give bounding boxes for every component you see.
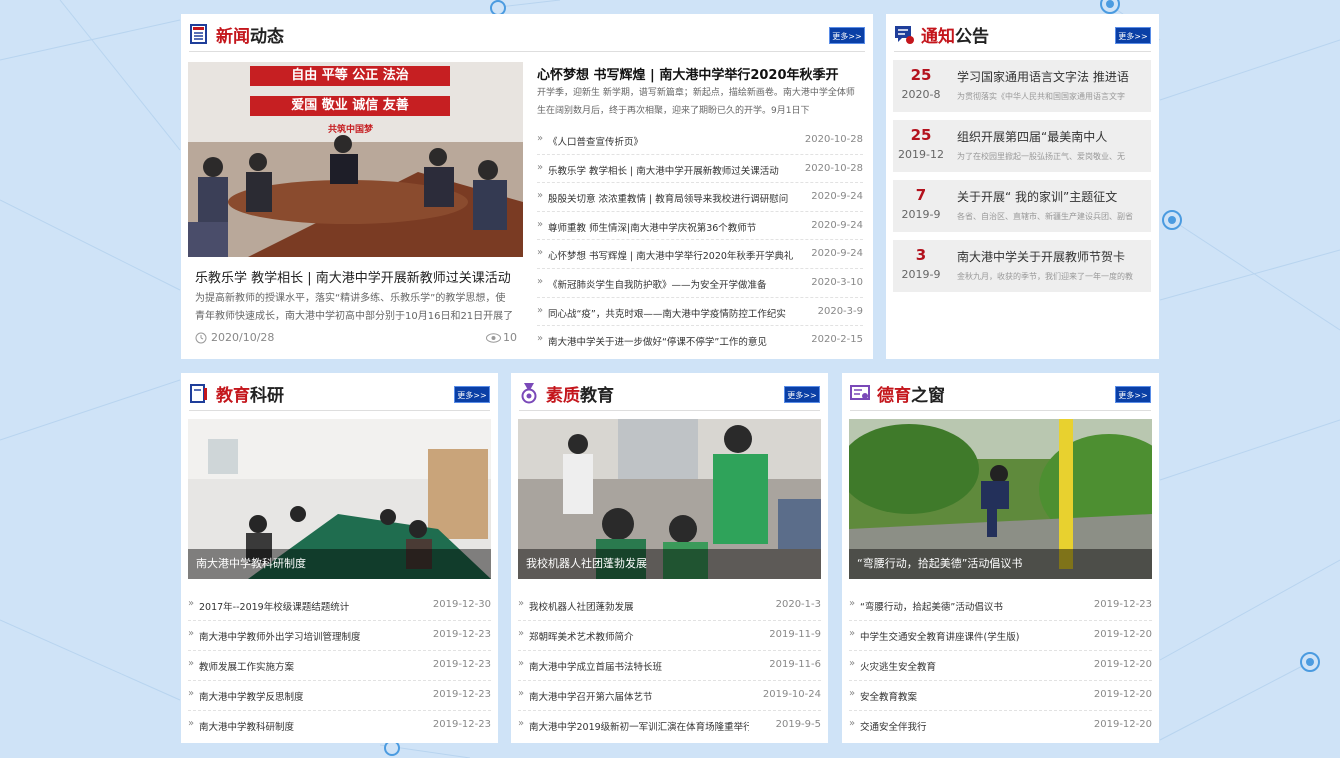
slogan-text-2: 爱国 敬业 诚信 友善	[291, 98, 409, 113]
research-image-caption: 南大港中学教科研制度	[188, 549, 491, 579]
list-item[interactable]: » 安全教育教案 2019-12-20	[849, 681, 1152, 711]
list-item[interactable]: » 尊师重教 师生情深|南大港中学庆祝第36个教师节 2020-9-24	[537, 212, 863, 241]
list-item[interactable]: » 南大港中学教师外出学习培训管理制度 2019-12-23	[188, 621, 491, 651]
notice-panel: 通知公告 更多>> 25 2020-8 学习国家通用语言文字法 推进语 为贯彻落…	[886, 14, 1159, 359]
quality-more-button[interactable]: 更多>>	[784, 386, 820, 403]
bullet-icon: »	[849, 688, 856, 699]
moral-panel: 德育之窗 更多>> “弯腰行动，拾起美德”活动倡议书 » “弯腰行动，拾起美德”活…	[842, 373, 1159, 743]
news-panel-title: 新闻动态	[216, 27, 284, 47]
lead-news-image[interactable]: 自由 平等 公正 法治 爱国 敬业 诚信 友善 共筑中国梦	[188, 62, 523, 257]
bullet-icon: »	[518, 658, 525, 669]
news-panel: 新闻动态 更多>> 自由 平等 公正 法治 爱国 敬业 诚信 友善 共筑中国梦 …	[181, 14, 873, 359]
list-item[interactable]: » 南大港中学2019级新初一军训汇演在体育场隆重举行 2019-9-5	[518, 711, 821, 741]
news-more-button[interactable]: 更多>>	[829, 27, 865, 44]
bullet-icon: »	[188, 658, 195, 669]
list-item[interactable]: » 《新冠肺炎学生自我防护歌》——为安全开学做准备 2020-3-10	[537, 269, 863, 298]
quality-panel-header: 素质教育 更多>>	[519, 373, 820, 411]
bullet-icon: »	[537, 333, 544, 345]
notice-item[interactable]: 25 2019-12 组织开展第四届“最美南中人 为了在校园里掀起一股弘扬正气、…	[893, 120, 1151, 172]
bullet-icon: »	[518, 688, 525, 699]
bullet-icon: »	[188, 688, 195, 699]
notice-more-button[interactable]: 更多>>	[1115, 27, 1151, 44]
list-item[interactable]: » 南大港中学成立首届书法特长班 2019-11-6	[518, 651, 821, 681]
research-more-button[interactable]: 更多>>	[454, 386, 490, 403]
research-panel-header: 教育科研 更多>>	[189, 373, 490, 411]
bullet-icon: »	[537, 247, 544, 259]
bullet-icon: »	[537, 190, 544, 202]
list-item[interactable]: » 交通安全伴我行 2019-12-20	[849, 711, 1152, 741]
bullet-icon: »	[849, 598, 856, 609]
notice-panel-header: 通知公告 更多>>	[894, 14, 1151, 52]
quality-feature-image[interactable]: 我校机器人社团蓬勃发展	[518, 419, 821, 579]
bullet-icon: »	[849, 658, 856, 669]
moral-more-button[interactable]: 更多>>	[1115, 386, 1151, 403]
list-item[interactable]: » 乐教乐学 教学相长 | 南大港中学开展新教师过关课活动 2020-10-28	[537, 155, 863, 184]
medal-icon	[521, 383, 537, 404]
list-item[interactable]: » 殷殷关切意 浓浓重教情 | 教育局领导来我校进行调研慰问 2020-9-24	[537, 183, 863, 212]
list-item[interactable]: » 教师发展工作实施方案 2019-12-23	[188, 651, 491, 681]
moral-list: » “弯腰行动，拾起美德”活动倡议书 2019-12-23 » 中学生交通安全教育讲座…	[849, 591, 1152, 741]
notice-item[interactable]: 7 2019-9 关于开展“ 我的家训”主题征文 各省、自治区、直辖市、新疆生产…	[893, 180, 1151, 232]
bullet-icon: »	[537, 218, 544, 230]
featured-news-title[interactable]: 心怀梦想 书写辉煌 | 南大港中学举行2020年秋季开	[537, 64, 863, 83]
bullet-icon: »	[849, 718, 856, 729]
lead-news-meta: 2020/10/28 10	[195, 331, 517, 347]
quality-image-caption: 我校机器人社团蓬勃发展	[518, 549, 821, 579]
news-list: » 《人口普查宣传折页》 2020-10-28 » 乐教乐学 教学相长 | 南大港中学…	[537, 126, 863, 355]
bullet-icon: »	[518, 598, 525, 609]
research-feature-image[interactable]: 南大港中学教科研制度	[188, 419, 491, 579]
moral-panel-header: 德育之窗 更多>>	[850, 373, 1151, 411]
lead-news-date: 2020/10/28	[211, 331, 275, 344]
notice-panel-title: 通知公告	[921, 27, 989, 47]
lead-news-title[interactable]: 乐教乐学 教学相长 | 南大港中学开展新教师过关课活动	[195, 267, 515, 286]
moral-image-caption: “弯腰行动，拾起美德”活动倡议书	[849, 549, 1152, 579]
research-list: » 2017年--2019年校级课题结题统计 2019-12-30 » 南大港中学教师…	[188, 591, 491, 741]
bullet-icon: »	[188, 628, 195, 639]
list-item[interactable]: » 南大港中学关于进一步做好“停课不停学”工作的意见 2020-2-15	[537, 326, 863, 355]
list-item[interactable]: » 同心战“疫”，共克时艰——南大港中学疫情防控工作纪实 2020-3-9	[537, 298, 863, 327]
bullet-icon: »	[537, 304, 544, 316]
list-item[interactable]: » 南大港中学召开第六届体艺节 2019-10-24	[518, 681, 821, 711]
notice-item[interactable]: 3 2019-9 南大港中学关于开展教师节贺卡 金秋九月，收获的季节，我们迎来了…	[893, 240, 1151, 292]
bullet-icon: »	[537, 275, 544, 287]
quality-panel: 素质教育 更多>> 我校机器人社团蓬勃发展 » 我校机器人社团蓬勃发展 2020-1…	[511, 373, 828, 743]
list-item[interactable]: » 我校机器人社团蓬勃发展 2020-1-3	[518, 591, 821, 621]
bullet-icon: »	[518, 628, 525, 639]
list-item[interactable]: » 2017年--2019年校级课题结题统计 2019-12-30	[188, 591, 491, 621]
newspaper-icon	[190, 24, 207, 44]
quality-list: » 我校机器人社团蓬勃发展 2020-1-3 » 郑朝晖美术艺术教师简介 2019-11…	[518, 591, 821, 741]
announcement-icon	[895, 26, 914, 44]
slogan-text-3: 共筑中国梦	[328, 125, 374, 135]
bullet-icon: »	[188, 718, 195, 729]
list-item[interactable]: » 心怀梦想 书写辉煌 | 南大港中学举行2020年秋季开学典礼 2020-9-24	[537, 240, 863, 269]
certificate-icon	[850, 385, 870, 400]
list-item[interactable]: » 南大港中学教科研制度 2019-12-23	[188, 711, 491, 741]
lead-news-summary: 为提高新教师的授课水平，落实“精讲多练、乐教乐学”的教学思想，使青年教师快速成长…	[195, 293, 514, 322]
news-panel-header: 新闻动态 更多>>	[189, 14, 865, 52]
meeting-photo	[188, 62, 523, 257]
bullet-icon: »	[537, 133, 544, 144]
bullet-icon: »	[518, 718, 525, 729]
lead-news-views: 10	[503, 331, 517, 344]
featured-news-summary: 开学季，迎新生 新学期，谱写新篇章；新起点，描绘新画卷。南大港中学全体师生在阔别…	[537, 88, 855, 116]
list-item[interactable]: » 中学生交通安全教育讲座课件(学生版) 2019-12-20	[849, 621, 1152, 651]
bullet-icon: »	[188, 598, 195, 609]
research-panel-title: 教育科研	[216, 386, 284, 406]
moral-panel-title: 德育之窗	[877, 386, 945, 406]
notice-item[interactable]: 25 2020-8 学习国家通用语言文字法 推进语 为贯彻落实《中华人民共和国国…	[893, 60, 1151, 112]
moral-feature-image[interactable]: “弯腰行动，拾起美德”活动倡议书	[849, 419, 1152, 579]
list-item[interactable]: » “弯腰行动，拾起美德”活动倡议书 2019-12-23	[849, 591, 1152, 621]
bullet-icon: »	[849, 628, 856, 639]
book-icon	[190, 384, 207, 403]
list-item[interactable]: » 《人口普查宣传折页》 2020-10-28	[537, 126, 863, 155]
list-item[interactable]: » 郑朝晖美术艺术教师简介 2019-11-9	[518, 621, 821, 651]
bullet-icon: »	[537, 161, 544, 173]
list-item[interactable]: » 火灾逃生安全教育 2019-12-20	[849, 651, 1152, 681]
slogan-text-1: 自由 平等 公正 法治	[291, 68, 409, 83]
list-item[interactable]: » 南大港中学教学反思制度 2019-12-23	[188, 681, 491, 711]
research-panel: 教育科研 更多>> 南大港中学教科研制度 » 2017年--2019年校级课题结题…	[181, 373, 498, 743]
quality-panel-title: 素质教育	[546, 386, 614, 406]
eye-icon	[486, 333, 501, 343]
clock-icon	[195, 332, 207, 344]
